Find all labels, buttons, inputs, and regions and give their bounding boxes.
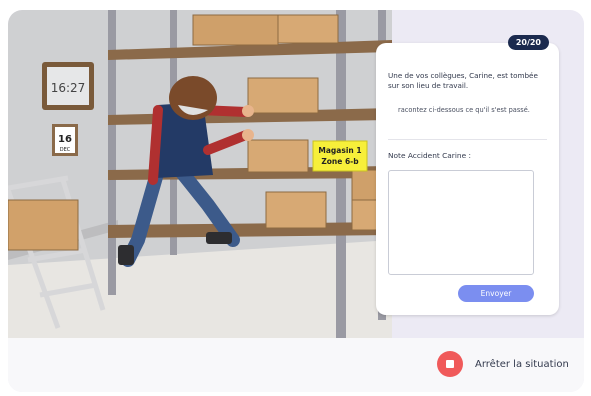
box-top-1 [192, 14, 279, 46]
stop-situation-label[interactable]: Arrêter la situation [475, 359, 569, 370]
stop-icon[interactable] [437, 351, 463, 377]
box-middle-shelf [247, 139, 309, 173]
send-button[interactable]: Envoyer [458, 285, 534, 302]
warehouse-scene: 16:27 16 DEC Magasin 1 Zone 6-b [8, 10, 392, 338]
wall-calendar: 16 DEC [52, 124, 78, 156]
note-label: Note Accident Carine : [388, 151, 471, 160]
clock-time: 16:27 [51, 81, 86, 95]
sign-line-1: Magasin 1 [318, 146, 361, 155]
divider [388, 139, 547, 140]
stop-situation-button[interactable]: Arrêter la situation [437, 351, 569, 377]
box-lower-shelf-1 [265, 191, 327, 229]
accident-note-input[interactable] [388, 170, 534, 275]
zone-sign: Magasin 1 Zone 6-b [312, 140, 368, 172]
progress-badge: 20/20 [507, 35, 549, 50]
box-top-2 [277, 14, 339, 44]
calendar-day: 16 [58, 134, 72, 145]
box-being-lifted [247, 77, 319, 114]
wall-clock: 16:27 [42, 62, 94, 110]
message-panel: 20/20 Une de vos collègues, Carine, est … [376, 35, 559, 315]
box-on-ladder [8, 199, 79, 251]
sign-line-2: Zone 6-b [321, 157, 359, 166]
instruction-text: racontez ci-dessous ce qu'il s'est passé… [398, 106, 530, 114]
calendar-month: DEC [60, 147, 71, 153]
situation-message: Une de vos collègues, Carine, est tombée… [388, 71, 538, 90]
situation-frame: 16:27 16 DEC Magasin 1 Zone 6-b 20/20 Un… [8, 10, 584, 392]
